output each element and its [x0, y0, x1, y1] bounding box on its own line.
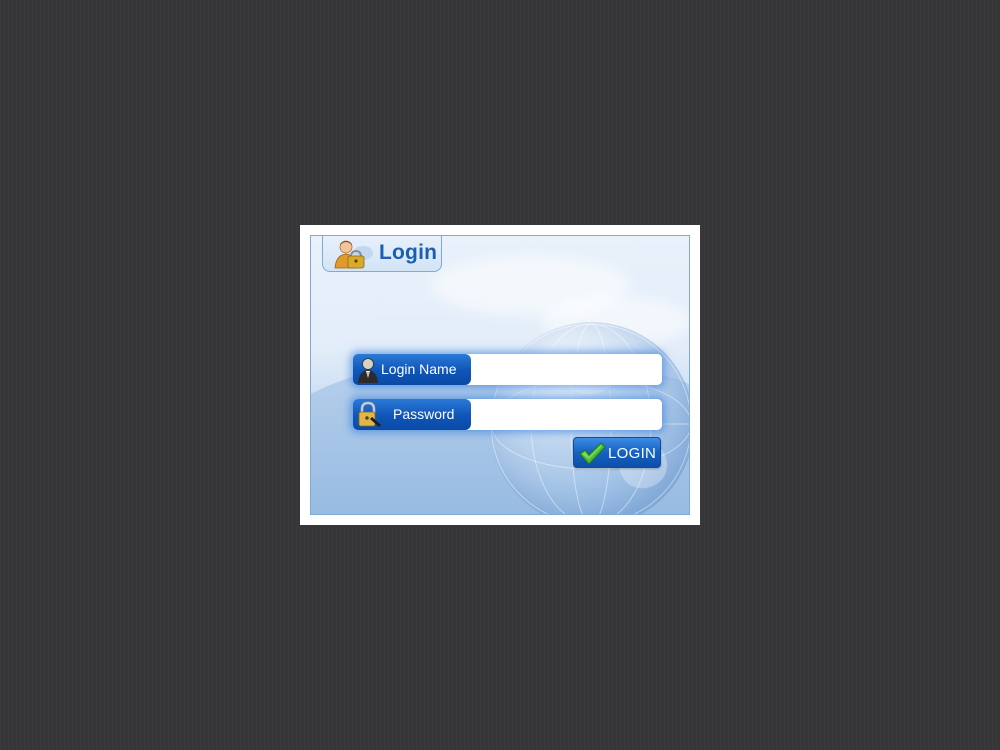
login-title-tab: Login: [322, 236, 442, 272]
login-name-label: Login Name: [353, 354, 471, 385]
login-name-row: Login Name: [353, 354, 662, 385]
password-label-text: Password: [393, 406, 455, 422]
login-panel: Login Login Name Password LOGIN: [310, 235, 690, 515]
checkmark-icon: [578, 441, 606, 467]
password-label: Password: [353, 399, 471, 430]
padlock-icon: [356, 401, 382, 428]
login-dialog: Login Login Name Password LOGIN: [300, 225, 700, 525]
login-button[interactable]: LOGIN: [573, 437, 661, 468]
password-input[interactable]: [471, 399, 662, 430]
user-icon: [356, 356, 382, 383]
user-lock-icon: [333, 239, 375, 269]
login-button-label: LOGIN: [608, 445, 657, 462]
password-row: Password: [353, 399, 662, 430]
login-name-label-text: Login Name: [381, 361, 457, 377]
login-title: Login: [379, 241, 438, 264]
login-name-input[interactable]: [471, 354, 662, 385]
